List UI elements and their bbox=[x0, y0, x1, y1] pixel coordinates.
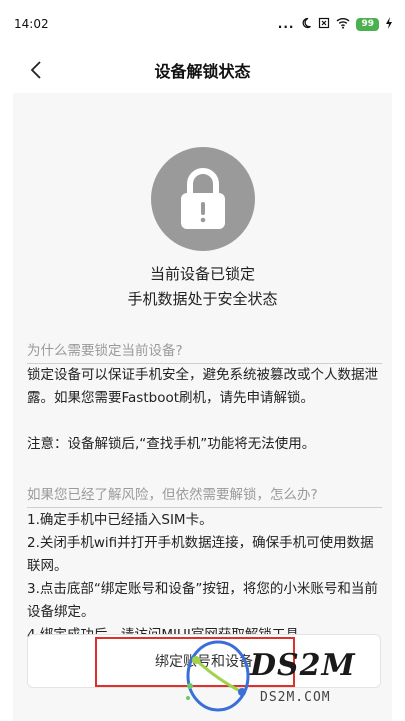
more-dots-icon: ... bbox=[277, 17, 295, 31]
section2-step3: 3.点击底部“绑定账号和设备”按钮，将您的小米账号和当前设备绑定。 bbox=[27, 581, 378, 620]
charging-icon bbox=[385, 16, 393, 32]
lock-state-line1: 当前设备已锁定 bbox=[149, 265, 255, 283]
content-panel[interactable]: 当前设备已锁定 手机数据处于安全状态 为什么需要锁定当前设备? 锁定设备可以保证… bbox=[13, 93, 392, 721]
watermark-url: DS2M.COM bbox=[260, 690, 331, 705]
header: 设备解锁状态 bbox=[0, 48, 405, 92]
lock-state-line2: 手机数据处于安全状态 bbox=[127, 290, 278, 308]
back-button[interactable] bbox=[22, 56, 50, 84]
chevron-left-icon bbox=[30, 61, 41, 79]
status-time: 14:02 bbox=[14, 17, 49, 31]
page-title: 设备解锁状态 bbox=[154, 62, 251, 81]
status-bar: 14:02 ... 99 bbox=[0, 0, 405, 48]
wifi-icon bbox=[336, 17, 350, 32]
section1-question: 为什么需要锁定当前设备? bbox=[27, 339, 382, 364]
watermark-logo: DS2M DS2M.COM bbox=[180, 630, 402, 720]
section1-paragraph2: 注意：设备解锁后,“查找手机”功能将无法使用。 bbox=[27, 436, 316, 452]
section2-question: 如果您已经了解风险，但依然需要解锁，怎么办? bbox=[27, 483, 382, 508]
moon-icon bbox=[300, 17, 312, 32]
watermark-emblem-icon bbox=[186, 640, 250, 712]
no-sim-icon bbox=[318, 17, 330, 32]
section1-paragraph1: 锁定设备可以保证手机安全，避免系统被篡改或个人数据泄露。如果您需要Fastboo… bbox=[27, 367, 378, 406]
section2-step2: 2.关闭手机wifi并打开手机数据连接，确保手机可使用数据联网。 bbox=[27, 535, 374, 574]
status-icons: ... 99 bbox=[277, 16, 393, 32]
section2-step1: 1.确定手机中已经插入SIM卡。 bbox=[27, 512, 213, 528]
lock-icon bbox=[151, 147, 255, 251]
watermark-text: DS2M bbox=[250, 648, 356, 683]
battery-icon: 99 bbox=[356, 17, 379, 31]
